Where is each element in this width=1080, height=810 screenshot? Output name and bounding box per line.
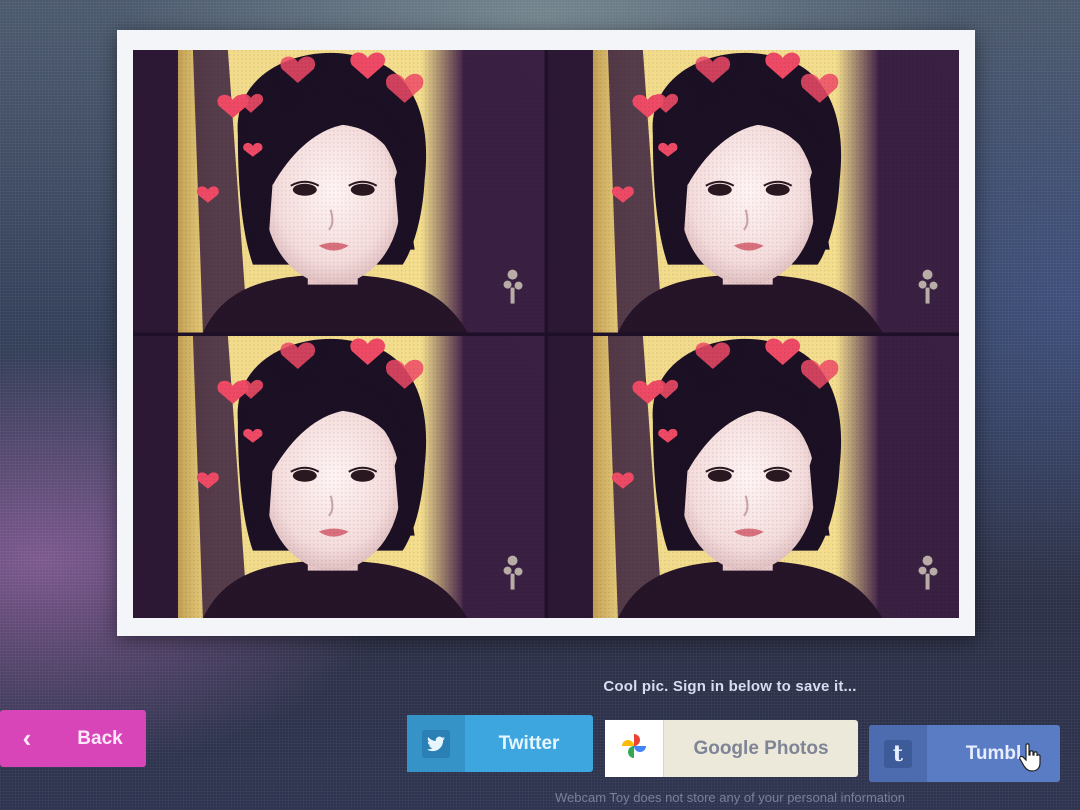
- twitter-icon: [422, 729, 450, 758]
- google-photos-icon: [619, 731, 649, 767]
- twitter-button[interactable]: Twitter: [407, 715, 593, 772]
- twitter-icon-box: [407, 715, 465, 772]
- twitter-label: Twitter: [498, 732, 560, 754]
- photo-frame-2: [547, 50, 959, 333]
- back-label: Back: [77, 727, 123, 749]
- tumblr-icon: t: [884, 739, 912, 768]
- tumblr-icon-box: t: [869, 725, 927, 782]
- photo-frame-1: [133, 50, 545, 333]
- photo-frame-3: [133, 335, 545, 618]
- privacy-note: Webcam Toy does not store any of your pe…: [555, 790, 905, 805]
- google-photos-button[interactable]: Google Photos: [605, 720, 858, 777]
- share-prompt: Cool pic. Sign in below to save it...: [603, 678, 857, 695]
- photo-preview: [117, 30, 975, 636]
- hand-cursor-icon: [1019, 743, 1041, 778]
- photo-frame-4: [547, 335, 959, 618]
- google-photos-icon-box: [605, 720, 664, 777]
- chevron-left-icon: ‹: [22, 723, 32, 753]
- back-button[interactable]: ‹ Back: [0, 710, 146, 767]
- google-photos-label: Google Photos: [693, 737, 829, 759]
- photo-grid: [133, 50, 959, 618]
